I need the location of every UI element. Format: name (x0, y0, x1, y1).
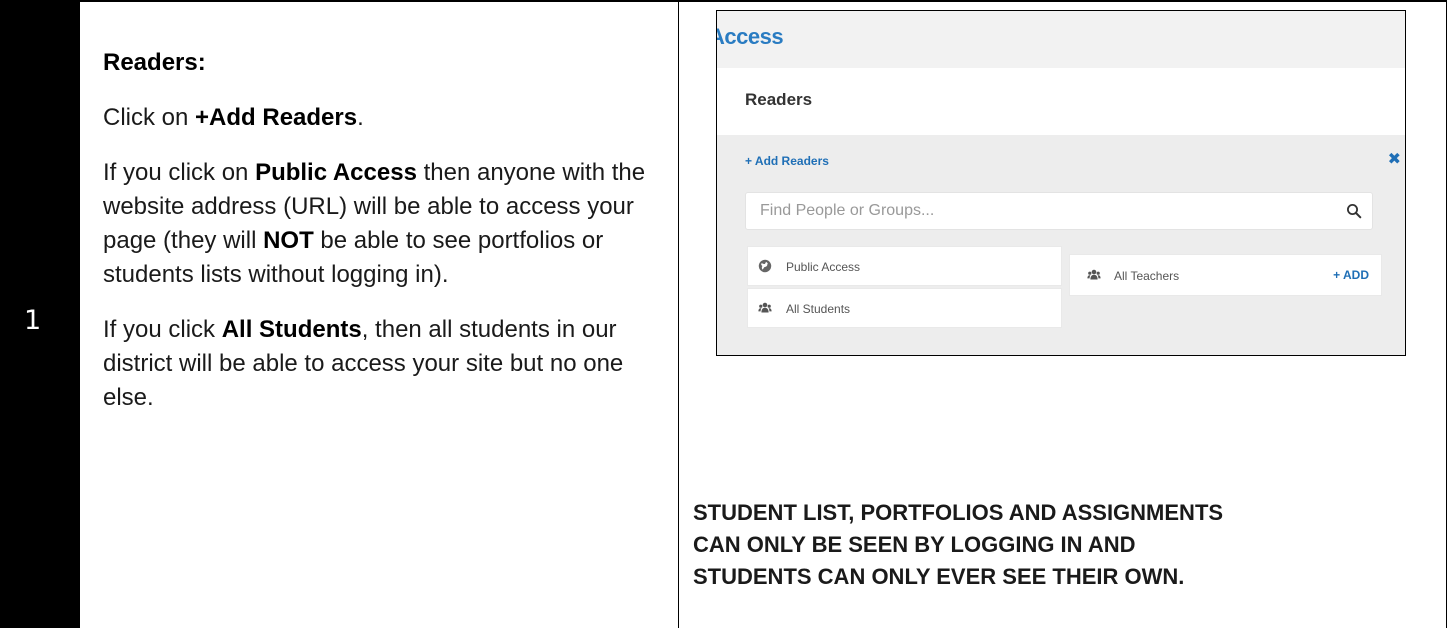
readers-header: Readers (717, 68, 1405, 135)
globe-icon (758, 259, 772, 273)
instructions-click-step: Click on +Add Readers. (103, 104, 364, 131)
column-divider (678, 2, 679, 628)
privacy-note-line: STUDENT LIST, PORTFOLIOS AND ASSIGNMENTS (693, 500, 1224, 525)
instruction-table: 1 Readers: Click on +Add Readers. If you… (0, 0, 1447, 628)
option-all-teachers[interactable]: All Teachers + ADD (1069, 254, 1382, 296)
access-title: Access (716, 24, 784, 49)
privacy-note: STUDENT LIST, PORTFOLIOS AND ASSIGNMENTS… (693, 497, 1433, 593)
search-input[interactable] (746, 193, 1350, 229)
search-field (745, 192, 1373, 230)
option-public-access[interactable]: Public Access (747, 246, 1062, 286)
close-icon[interactable]: ✖ (1388, 149, 1401, 168)
instructions-all-students: If you click All Students, then all stud… (103, 316, 624, 411)
option-all-students[interactable]: All Students (747, 288, 1062, 328)
access-title-bar: Access (717, 11, 1405, 69)
group-icon (758, 302, 772, 313)
privacy-note-line: CAN ONLY BE SEEN BY LOGGING IN AND (693, 532, 1136, 557)
instructions-text: Readers: Click on +Add Readers. If you c… (103, 46, 668, 436)
all-teachers-label: All Teachers (1114, 269, 1180, 283)
instructions-public-access: If you click on Public Access then anyon… (103, 159, 646, 288)
readers-panel: + Add Readers ✖ Public Access (717, 135, 1405, 355)
access-screenshot: Access Readers + Add Readers ✖ Public Ac… (716, 10, 1406, 356)
add-teachers-button[interactable]: + ADD (1333, 268, 1369, 282)
public-access-label: Public Access (786, 260, 861, 274)
step-number: 1 (24, 305, 42, 336)
add-readers-button[interactable]: + Add Readers (745, 154, 829, 168)
readers-title: Readers (745, 90, 813, 109)
instructions-heading: Readers: (103, 49, 206, 76)
search-icon[interactable] (1346, 203, 1362, 219)
all-students-label: All Students (786, 302, 851, 316)
step-number-cell: 1 (0, 2, 80, 628)
group-icon (1087, 269, 1101, 280)
privacy-note-line: STUDENTS CAN ONLY EVER SEE THEIR OWN. (693, 564, 1185, 589)
